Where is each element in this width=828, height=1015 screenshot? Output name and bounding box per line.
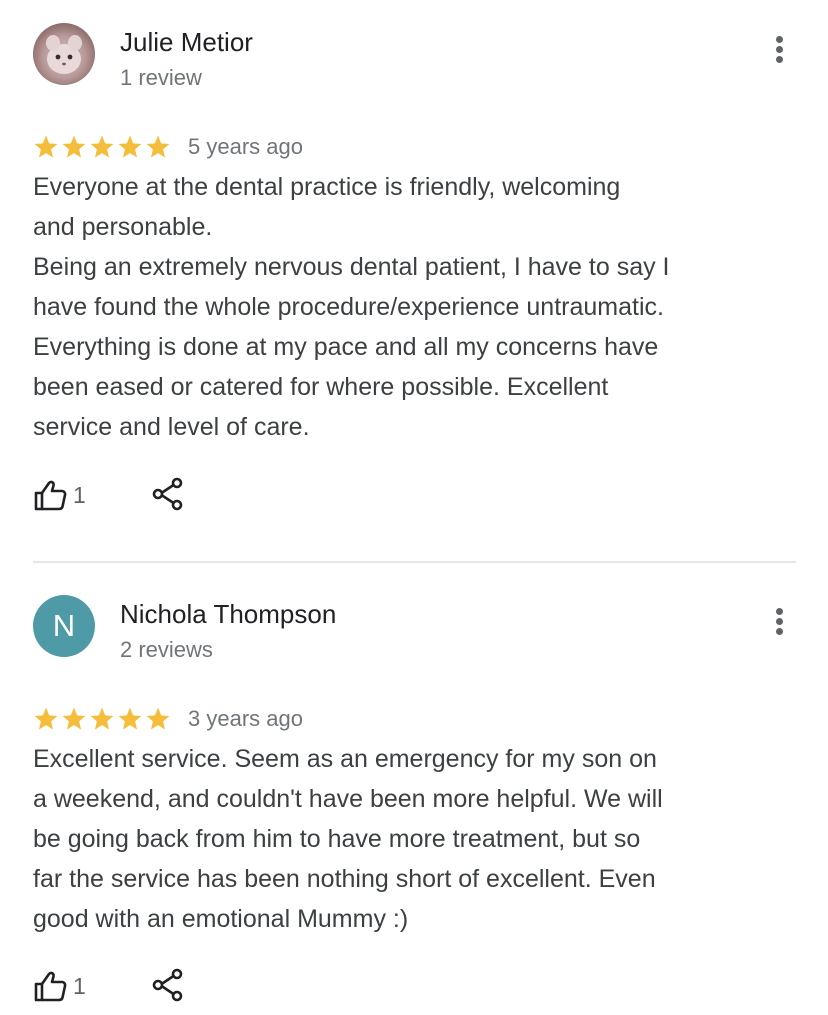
review-text-line: been eased or catered for where possible… [33,373,609,401]
thumb-up-icon [34,971,67,1002]
star-icon [62,707,86,730]
review-text-line: far the service has been nothing short o… [33,865,656,893]
star-rating [33,134,171,160]
review-time: 5 years ago [188,134,303,159]
more-options-button[interactable] [766,601,794,641]
avatar-photo-icon [46,35,82,74]
review-text-line: service and level of care. [33,413,310,441]
review-text: Excellent service. Seem as an emergency … [33,739,793,939]
review-time: 3 years ago [188,706,303,731]
star-icon [146,135,170,158]
review-text-line: be going back from him to have more trea… [33,825,641,853]
like-count: 1 [73,481,86,508]
like-count: 1 [73,972,86,999]
share-button[interactable] [151,477,185,513]
star-icon [118,135,142,158]
share-icon [152,968,183,1002]
star-icon [90,135,114,158]
like-button[interactable]: 1 [33,477,86,513]
review-card: N Nichola Thompson 2 reviews 3 years ago… [0,563,828,1015]
review-text-line: Everything is done at my pace and all my… [33,333,659,361]
review-card: Julie Metior 1 review 5 years ago Everyo… [0,0,828,562]
star-icon [34,707,58,730]
review-text-line: Everyone at the dental practice is frien… [33,173,621,201]
review-text-line: Being an extremely nervous dental patien… [33,253,670,281]
star-rating [33,706,171,732]
more-options-button[interactable] [766,29,794,69]
review-text-line: Excellent service. Seem as an emergency … [33,745,657,773]
star-icon [90,707,114,730]
like-button[interactable]: 1 [33,968,86,1004]
author-name[interactable]: Julie Metior [120,27,253,58]
thumb-up-icon [34,480,67,511]
share-icon [152,477,183,511]
author-avatar[interactable]: N [33,595,95,657]
rating-row: 5 years ago [33,132,303,162]
star-icon [146,707,170,730]
star-icon [34,135,58,158]
review-text-line: and personable. [33,213,213,241]
author-avatar[interactable] [33,23,95,85]
more-vert-icon [776,36,783,43]
share-button[interactable] [151,968,185,1004]
review-text-line: good with an emotional Mummy :) [33,905,409,933]
more-vert-icon [776,608,783,615]
author-name[interactable]: Nichola Thompson [120,599,336,630]
review-text: Everyone at the dental practice is frien… [33,167,793,447]
review-text-line: have found the whole procedure/experienc… [33,293,664,321]
star-icon [118,707,142,730]
author-review-count: 2 reviews [120,637,213,662]
rating-row: 3 years ago [33,704,303,734]
review-text-line: a weekend, and couldn't have been more h… [33,785,663,813]
star-icon [62,135,86,158]
author-review-count: 1 review [120,65,202,90]
